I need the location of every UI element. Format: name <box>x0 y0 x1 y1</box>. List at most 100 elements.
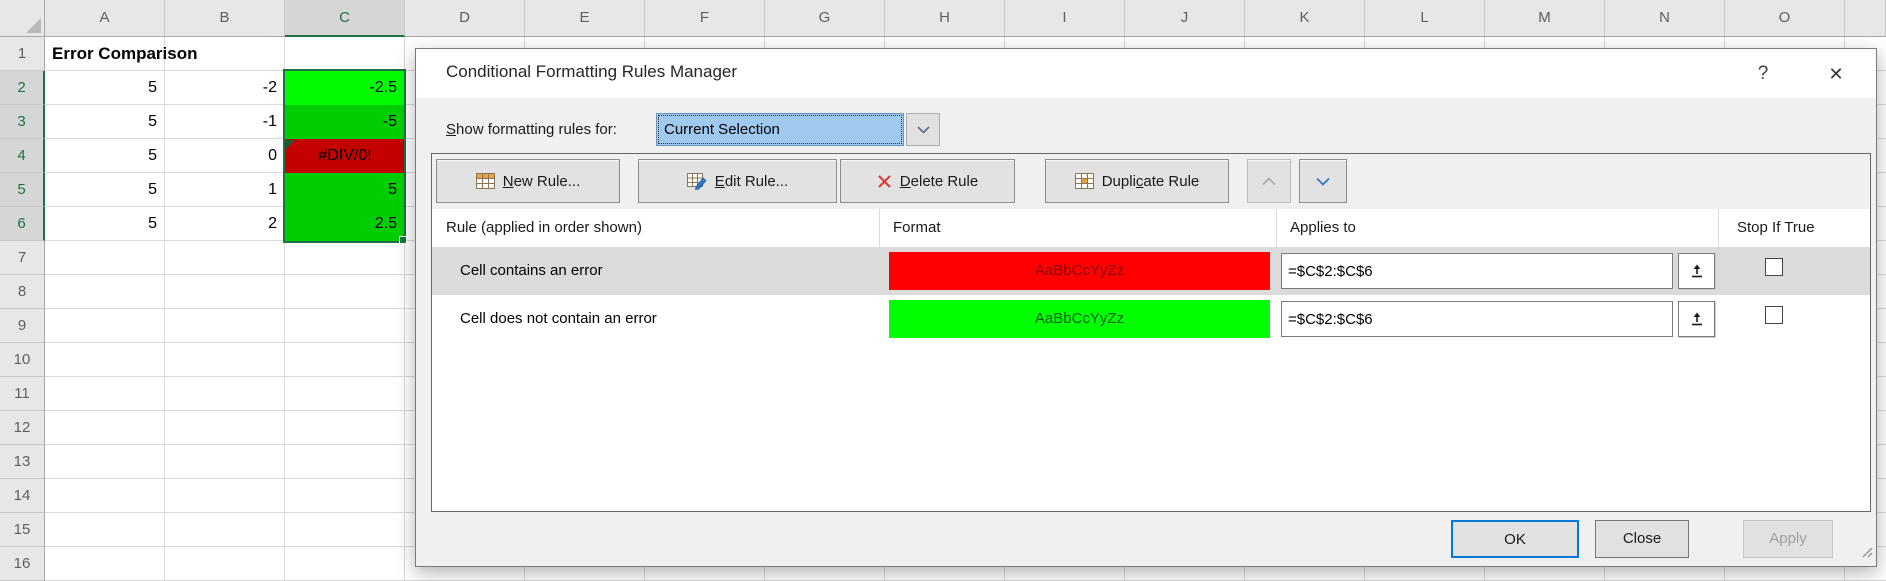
edit-rule-pencil-icon <box>687 173 707 190</box>
dialog-title: Conditional Formatting Rules Manager <box>446 62 737 82</box>
rules-panel: New Rule... Edit Rule... Delete Rule <box>431 153 1871 512</box>
row-header-5[interactable]: 5 <box>0 173 45 207</box>
stop-if-true-checkbox[interactable] <box>1765 258 1783 276</box>
range-select-arrow-icon <box>1689 311 1705 327</box>
edit-rule-button[interactable]: Edit Rule... <box>638 159 837 203</box>
rules-toolbar: New Rule... Edit Rule... Delete Rule <box>432 154 1870 209</box>
cell-a6[interactable]: 5 <box>45 207 165 241</box>
show-rules-label: Show formatting rules for: <box>446 113 617 146</box>
row-header-6[interactable]: 6 <box>0 207 45 241</box>
range-select-arrow-icon <box>1689 263 1705 279</box>
new-rule-button[interactable]: New Rule... <box>436 159 620 203</box>
close-button[interactable]: Close <box>1595 520 1689 558</box>
resize-grip[interactable] <box>1859 544 1873 563</box>
row-header-3[interactable]: 3 <box>0 105 45 139</box>
column-header-h[interactable]: H <box>885 0 1005 36</box>
column-header-m[interactable]: M <box>1485 0 1605 36</box>
row-header-1[interactable]: 1 <box>0 37 44 71</box>
row-header-2[interactable]: 2 <box>0 71 45 105</box>
chevron-up-icon <box>1262 177 1276 186</box>
list-header-stop-if-true: Stop If True <box>1737 209 1815 247</box>
column-header-n[interactable]: N <box>1605 0 1725 36</box>
row-header-13[interactable]: 13 <box>0 445 44 479</box>
move-rule-down-button[interactable] <box>1299 159 1347 203</box>
new-rule-grid-icon <box>476 173 495 189</box>
delete-rule-button[interactable]: Delete Rule <box>840 159 1015 203</box>
column-header-b[interactable]: B <box>165 0 285 36</box>
column-header-l[interactable]: L <box>1365 0 1485 36</box>
list-header-rule: Rule (applied in order shown) <box>446 209 642 247</box>
row-header-7[interactable]: 7 <box>0 241 44 275</box>
cell-a3[interactable]: 5 <box>45 105 165 139</box>
duplicate-rule-label: Duplicate Rule <box>1102 173 1200 190</box>
cf-rules-manager-dialog: Conditional Formatting Rules Manager ? ✕… <box>415 48 1877 567</box>
excel-window: A B C D E F G H I J K L M N O 1 2 3 4 5 … <box>0 0 1886 581</box>
cell-a5[interactable]: 5 <box>45 173 165 207</box>
column-header-f[interactable]: F <box>645 0 765 36</box>
header-divider <box>1276 209 1277 247</box>
cell-b6[interactable]: 2 <box>165 207 285 241</box>
column-headers: A B C D E F G H I J K L M N O <box>45 0 1886 37</box>
row-header-10[interactable]: 10 <box>0 343 44 377</box>
row-header-4[interactable]: 4 <box>0 139 45 173</box>
ok-button[interactable]: OK <box>1451 520 1579 558</box>
scope-dropdown-button[interactable] <box>906 113 940 146</box>
header-divider <box>1718 209 1719 247</box>
select-all-triangle-icon <box>26 18 41 33</box>
row-header-11[interactable]: 11 <box>0 377 44 411</box>
column-header-i[interactable]: I <box>1005 0 1125 36</box>
scope-dropdown[interactable]: Current Selection <box>656 113 904 146</box>
column-header-partial[interactable] <box>1845 0 1886 36</box>
cell-b4[interactable]: 0 <box>165 139 285 173</box>
delete-x-icon <box>877 174 892 189</box>
list-header-format: Format <box>893 209 941 247</box>
collapse-dialog-button[interactable] <box>1678 253 1715 289</box>
column-header-j[interactable]: J <box>1125 0 1245 36</box>
error-indicator-triangle-icon <box>286 140 295 149</box>
row-header-14[interactable]: 14 <box>0 479 44 513</box>
cell-c6[interactable]: 2.5 <box>285 207 405 241</box>
duplicate-rule-button[interactable]: Duplicate Rule <box>1045 159 1229 203</box>
row-header-12[interactable]: 12 <box>0 411 44 445</box>
rule-name: Cell does not contain an error <box>460 295 657 343</box>
cell-a4[interactable]: 5 <box>45 139 165 173</box>
close-icon[interactable]: ✕ <box>1818 59 1854 89</box>
column-header-k[interactable]: K <box>1245 0 1365 36</box>
cell-a1[interactable]: Error Comparison <box>52 37 312 71</box>
collapse-dialog-button[interactable] <box>1678 301 1715 337</box>
cell-c3[interactable]: -5 <box>285 105 405 139</box>
rule-row-no-error[interactable]: Cell does not contain an error AaBbCcYyZ… <box>432 295 1870 343</box>
move-rule-up-button[interactable] <box>1247 159 1291 203</box>
column-header-e[interactable]: E <box>525 0 645 36</box>
help-icon[interactable]: ? <box>1748 59 1778 89</box>
cell-b2[interactable]: -2 <box>165 71 285 105</box>
cell-c2-active[interactable]: -2.5 <box>285 71 405 105</box>
select-all-corner[interactable] <box>0 0 45 37</box>
column-header-g[interactable]: G <box>765 0 885 36</box>
column-header-d[interactable]: D <box>405 0 525 36</box>
applies-to-input[interactable] <box>1281 253 1673 289</box>
chevron-down-icon <box>1316 177 1330 186</box>
rule-row-error[interactable]: Cell contains an error AaBbCcYyZz <box>432 247 1870 295</box>
delete-rule-label: Delete Rule <box>900 173 978 190</box>
apply-button-disabled: Apply <box>1743 520 1833 558</box>
column-header-o[interactable]: O <box>1725 0 1845 36</box>
column-header-c[interactable]: C <box>285 0 405 37</box>
header-divider <box>879 209 880 247</box>
cell-a2[interactable]: 5 <box>45 71 165 105</box>
fill-handle[interactable] <box>399 236 407 244</box>
column-header-a[interactable]: A <box>45 0 165 36</box>
row-header-8[interactable]: 8 <box>0 275 44 309</box>
new-rule-label: New Rule... <box>503 173 581 190</box>
cell-b5[interactable]: 1 <box>165 173 285 207</box>
cell-b3[interactable]: -1 <box>165 105 285 139</box>
cell-c4-error[interactable]: #DIV/0! <box>285 139 405 173</box>
applies-to-input[interactable] <box>1281 301 1673 337</box>
row-header-9[interactable]: 9 <box>0 309 44 343</box>
format-preview-green: AaBbCcYyZz <box>889 300 1270 338</box>
row-header-15[interactable]: 15 <box>0 513 44 547</box>
cell-c5[interactable]: 5 <box>285 173 405 207</box>
row-header-16[interactable]: 16 <box>0 547 44 581</box>
stop-if-true-checkbox[interactable] <box>1765 306 1783 324</box>
rule-name: Cell contains an error <box>460 247 603 295</box>
